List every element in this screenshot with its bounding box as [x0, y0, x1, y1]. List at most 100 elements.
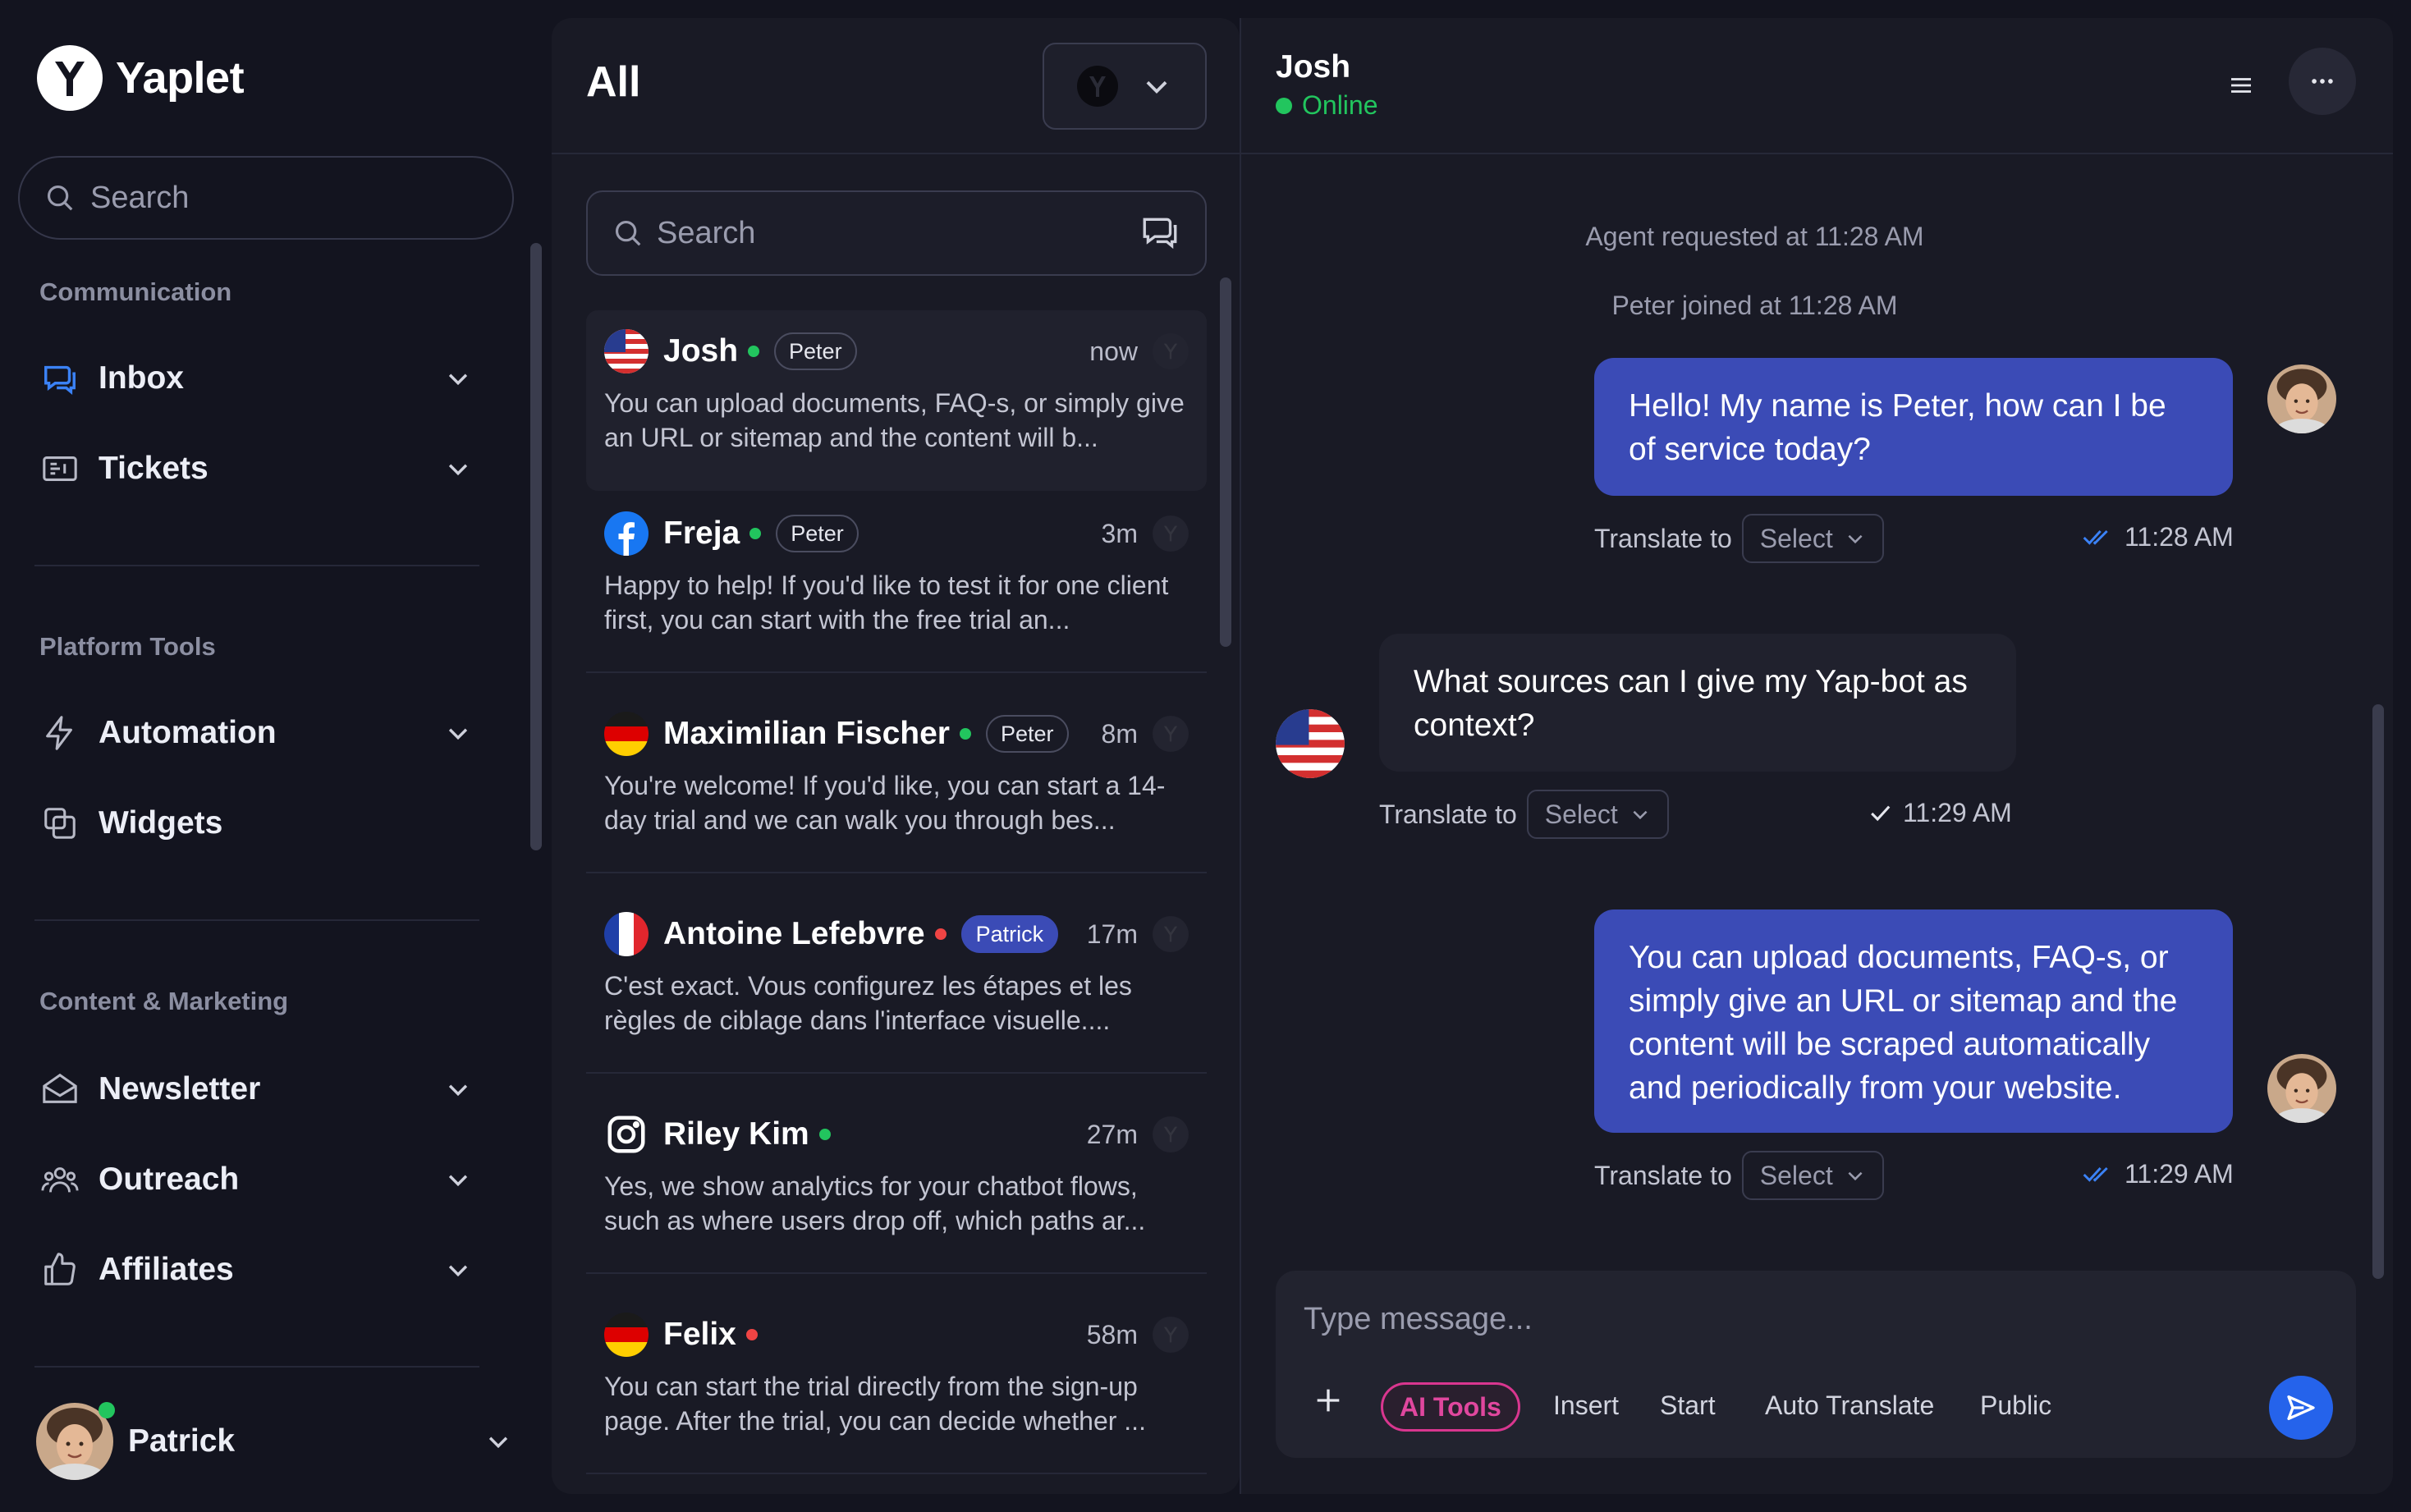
yaplet-avatar-icon [1153, 716, 1189, 752]
lightning-icon [39, 712, 80, 754]
conversation-item-freja[interactable]: Freja Peter 3m Happy to help! If you'd l… [586, 493, 1207, 673]
translate-language-select[interactable]: Select [1741, 1151, 1884, 1200]
conversation-list-scrollbar[interactable] [1220, 277, 1231, 647]
translate-language-select[interactable]: Select [1741, 514, 1884, 563]
conversation-time: 17m [1086, 919, 1138, 949]
current-user-menu[interactable]: Patrick [36, 1400, 512, 1482]
chevron-down-icon[interactable] [442, 1253, 474, 1286]
chat-scrollbar[interactable] [2372, 704, 2384, 1279]
chevron-down-icon[interactable] [442, 1073, 474, 1106]
thumbs-up-icon [39, 1249, 80, 1290]
offline-status-dot [745, 1329, 758, 1340]
agent-avatar [2267, 1054, 2336, 1123]
insert-option[interactable]: Insert [1553, 1391, 1619, 1421]
conversation-preview: You can upload documents, FAQ-s, or simp… [604, 388, 1185, 452]
sidebar-item-label: Outreach [99, 1161, 240, 1197]
new-chat-icon[interactable] [1139, 213, 1180, 254]
chat-contact-status: Online [1276, 90, 1378, 121]
conversation-time: now [1089, 336, 1138, 366]
search-icon [612, 218, 644, 249]
auto-translate-option[interactable]: Auto Translate [1765, 1391, 1934, 1421]
menu-icon[interactable] [2226, 71, 2256, 100]
yaplet-avatar-icon [1153, 515, 1189, 552]
sidebar-item-label: Inbox [99, 360, 184, 396]
more-options-button[interactable] [2289, 48, 2356, 115]
widgets-icon [39, 803, 80, 844]
current-user-name: Patrick [128, 1423, 236, 1459]
sidebar-item-widgets[interactable]: Widgets [39, 795, 474, 852]
conversation-item-riley-kim[interactable]: Riley Kim 27m Yes, we show analytics for… [586, 1093, 1207, 1274]
yaplet-avatar-icon [1077, 66, 1118, 107]
message-time: 11:29 AM [2082, 1159, 2234, 1189]
sidebar-item-inbox[interactable]: Inbox [39, 350, 474, 407]
online-status-dot [748, 346, 760, 357]
select-value: Select [1759, 1160, 1833, 1190]
online-status-dot [818, 1129, 831, 1140]
message-line: of service today? [1629, 432, 1871, 467]
agent-badge: Patrick [960, 915, 1059, 953]
conversation-search-input[interactable]: Search [586, 190, 1207, 276]
conversation-name: Freja [663, 515, 740, 551]
conversation-item-maximilian-fischer[interactable]: Maximilian Fischer Peter 8m You're welco… [586, 693, 1207, 873]
send-button[interactable] [2269, 1376, 2333, 1440]
chevron-down-icon[interactable] [442, 452, 474, 485]
sidebar-item-automation[interactable]: Automation [39, 704, 474, 762]
ai-tools-button[interactable]: AI Tools [1381, 1382, 1520, 1432]
chevron-down-icon[interactable] [442, 1163, 474, 1196]
plus-icon[interactable] [1312, 1384, 1345, 1417]
sidebar-item-outreach[interactable]: Outreach [39, 1151, 474, 1208]
online-status-dot [1276, 97, 1292, 114]
start-option[interactable]: Start [1660, 1391, 1716, 1421]
conversation-item-antoine-lefebvre[interactable]: Antoine Lefebvre Patrick 17m C'est exact… [586, 893, 1207, 1074]
translate-control: Translate to Select [1594, 514, 1884, 563]
check-icon [1867, 802, 1893, 825]
sidebar-item-label: Widgets [99, 805, 223, 841]
list-header-divider [552, 153, 1240, 154]
section-label-platform-tools: Platform Tools [39, 632, 216, 661]
message-time: 11:28 AM [2082, 522, 2234, 552]
sidebar-item-affiliates[interactable]: Affiliates [39, 1241, 474, 1299]
select-value: Select [1544, 799, 1618, 829]
chevron-down-icon[interactable] [484, 1427, 512, 1455]
inbox-filter-dropdown[interactable] [1043, 43, 1207, 130]
search-icon [44, 182, 76, 213]
double-check-icon [2082, 526, 2115, 549]
facebook-icon [604, 511, 649, 556]
sidebar-item-label: Automation [99, 715, 277, 750]
sidebar-item-tickets[interactable]: Tickets [39, 440, 474, 497]
translate-label: Translate to [1379, 799, 1517, 829]
sidebar-divider [34, 565, 479, 566]
sidebar-divider [34, 1366, 479, 1368]
conversation-item-josh[interactable]: Josh Peter now You can upload documents,… [586, 310, 1207, 491]
chevron-down-icon[interactable] [442, 362, 474, 395]
select-value: Select [1759, 523, 1833, 553]
conversation-item-felix[interactable]: Felix 58m You can start the trial direct… [586, 1294, 1207, 1474]
sidebar-item-label: Tickets [99, 451, 209, 486]
outgoing-message-bubble: You can upload documents, FAQ-s, or simp… [1594, 909, 2233, 1133]
conversation-time: 58m [1086, 1319, 1138, 1349]
france-flag-icon [604, 912, 649, 956]
message-line: simply give an URL or sitemap and the [1629, 983, 2178, 1019]
outgoing-message-bubble: Hello! My name is Peter, how can I be of… [1594, 358, 2233, 496]
message-timestamp: 11:28 AM [2125, 522, 2234, 552]
chevron-down-icon[interactable] [442, 717, 474, 749]
message-input-placeholder[interactable]: Type message... [1304, 1302, 1533, 1337]
ticket-icon [39, 448, 80, 489]
list-title: All [586, 58, 641, 106]
system-message: Peter joined at 11:28 AM [1611, 291, 1898, 320]
message-composer[interactable]: Type message... AI Tools Insert Start Au… [1276, 1271, 2356, 1458]
chat-contact-name: Josh [1276, 49, 1351, 85]
online-status-dot [959, 728, 971, 740]
sidebar-scrollbar[interactable] [530, 243, 542, 850]
sidebar-item-newsletter[interactable]: Newsletter [39, 1061, 474, 1118]
translate-language-select[interactable]: Select [1526, 790, 1669, 839]
app-logo[interactable]: Yaplet [37, 45, 245, 111]
send-icon [2285, 1391, 2317, 1424]
conversation-time: 27m [1086, 1119, 1138, 1149]
sidebar-search-input[interactable]: Search [18, 156, 514, 240]
people-icon [39, 1159, 80, 1200]
public-option[interactable]: Public [1980, 1391, 2051, 1421]
section-label-content-marketing: Content & Marketing [39, 987, 289, 1015]
chevron-down-icon [1845, 1165, 1866, 1186]
conversation-name: Josh [663, 333, 739, 369]
